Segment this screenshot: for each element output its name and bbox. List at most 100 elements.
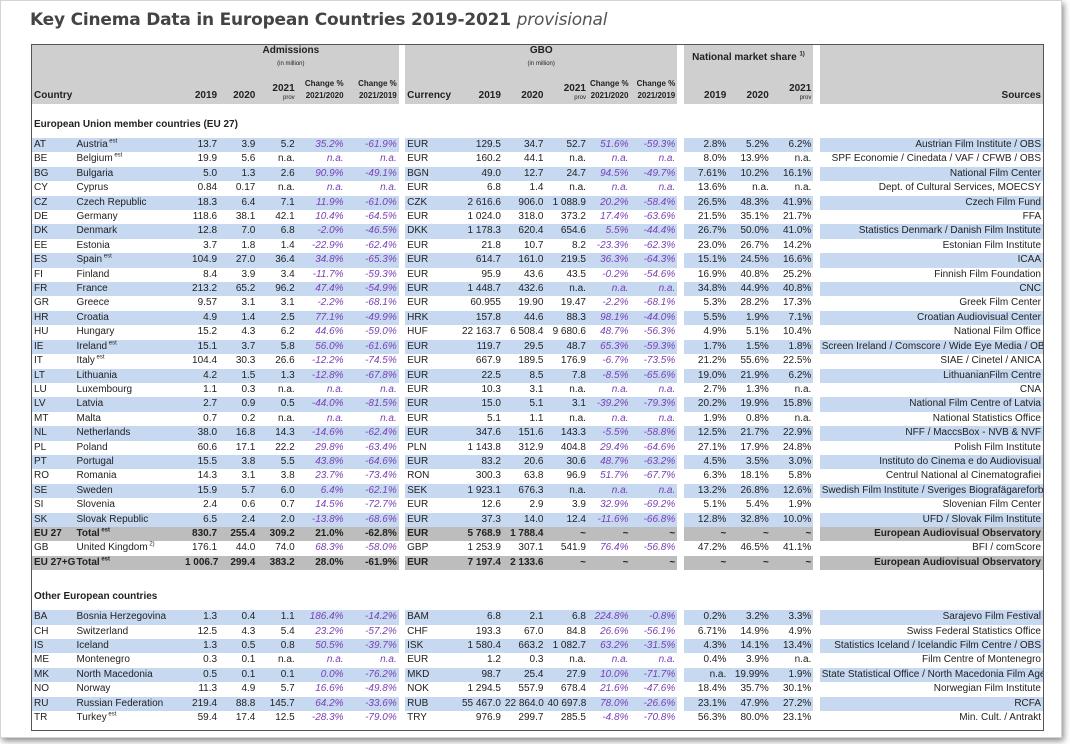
share-2019: 27.1% bbox=[683, 440, 729, 455]
gbo-2019: 6.8 bbox=[451, 181, 503, 196]
gbo-2019: 667.9 bbox=[451, 354, 503, 369]
admissions-change-2021-2020: 34.8% bbox=[296, 253, 346, 268]
source: CNA bbox=[819, 382, 1043, 398]
gbo-2020: 44.6 bbox=[502, 310, 546, 326]
country-note: est bbox=[107, 340, 117, 347]
admissions-2021: 1.3 bbox=[257, 368, 297, 383]
gbo-change-2021-2020: 65.3% bbox=[587, 339, 631, 355]
gbo-2019: 193.3 bbox=[451, 624, 503, 639]
table-row: CY Cyprus 0.84 0.17 n.a. n.a. n.a. EUR 6.8 1.4 n.a… bbox=[32, 181, 1043, 196]
share-2019: 5.1% bbox=[683, 498, 729, 513]
share-2019: 20.2% bbox=[683, 397, 729, 412]
admissions-change-2021-2019: -65.3% bbox=[345, 253, 399, 268]
admissions-change-2021-2020: 23.2% bbox=[296, 624, 346, 639]
admissions-2020: 0.17 bbox=[219, 181, 258, 196]
share-2021: ~ bbox=[770, 555, 814, 571]
admissions-change-2021-2019: -61.9% bbox=[345, 555, 399, 571]
gbo-2021: 3.9 bbox=[545, 498, 588, 513]
table-row: IS Iceland 1.3 0.5 0.8 50.5% -39.7% ISK 1 580.4 6… bbox=[32, 639, 1043, 654]
share-2020: 19.9% bbox=[728, 397, 771, 412]
table-row: GB United Kingdom 2) 176.1 44.0 74.0 68.3% -58… bbox=[32, 541, 1043, 556]
currency: CZK bbox=[405, 195, 452, 211]
gbo-2020: 189.5 bbox=[502, 354, 546, 369]
admissions-2020: 1.5 bbox=[219, 368, 258, 383]
share-2019: 1.7% bbox=[683, 339, 729, 355]
admissions-2019: 1.3 bbox=[182, 639, 220, 654]
admissions-2020: 3.9 bbox=[219, 267, 258, 283]
gbo-2019: 5.1 bbox=[451, 411, 503, 427]
share-2021: 13.4% bbox=[770, 639, 814, 654]
admissions-change-2021-2020: 68.3% bbox=[296, 541, 346, 556]
admissions-2019: 104.9 bbox=[182, 253, 220, 268]
gbo-change-2021-2020: -4.8% bbox=[587, 711, 631, 726]
share-2020: 5.4% bbox=[728, 498, 771, 513]
currency: EUR bbox=[405, 181, 452, 196]
gbo-2021: n.a. bbox=[545, 152, 588, 167]
table-row: ME Montenegro 0.3 0.1 n.a. n.a. n.a. EUR 1.2 0.3 n… bbox=[32, 653, 1043, 668]
share-2019: 5.5% bbox=[683, 310, 729, 326]
share-2020: 47.9% bbox=[728, 696, 771, 712]
admissions-change-2021-2019: -79.0% bbox=[345, 711, 399, 726]
admissions-change-2021-2020: 28.0% bbox=[296, 555, 346, 571]
gbo-2019: 55 467.0 bbox=[451, 696, 503, 712]
admissions-2020: 299.4 bbox=[219, 555, 258, 571]
admissions-2020: 4.9 bbox=[219, 682, 258, 697]
source: Czech Film Fund bbox=[819, 195, 1043, 211]
admissions-change-2021-2020: -28.3% bbox=[296, 711, 346, 726]
admissions-change-2021-2019: -64.5% bbox=[345, 210, 399, 225]
admissions-change-2021-2020: 50.5% bbox=[296, 639, 346, 654]
admissions-2021: 383.2 bbox=[257, 555, 297, 571]
share-2021: 1.9% bbox=[770, 667, 814, 683]
admissions-2021: n.a. bbox=[257, 411, 297, 427]
admissions-2019: 18.3 bbox=[182, 195, 220, 211]
admissions-change-2021-2019: -61.6% bbox=[345, 339, 399, 355]
gbo-2019: 1.2 bbox=[451, 653, 503, 668]
country-name: Poland bbox=[74, 440, 183, 455]
table-row: LV Latvia 2.7 0.9 0.5 -44.0% -81.5% EUR 15.0 5.1 3… bbox=[32, 397, 1043, 412]
source: CNC bbox=[819, 282, 1043, 297]
admissions-change-2021-2020: 10.4% bbox=[296, 210, 346, 225]
gbo-change-2021-2020: n.a. bbox=[587, 653, 631, 668]
table-row: TR Turkey est 59.4 17.4 12.5 -28.3% -79.0% TRY 9… bbox=[32, 711, 1043, 726]
gbo-2019: 1 580.4 bbox=[451, 639, 503, 654]
country-name: Malta bbox=[74, 411, 183, 427]
admissions-2020: 0.4 bbox=[219, 610, 258, 625]
share-2019: n.a. bbox=[683, 667, 729, 683]
table-row: ES Spain est 104.9 27.0 36.4 34.8% -65.3% EUR 61… bbox=[32, 253, 1043, 268]
share-2019: 2.7% bbox=[683, 382, 729, 398]
admissions-2021: 2.6 bbox=[257, 166, 297, 182]
country-code: BA bbox=[32, 610, 75, 625]
currency: EUR bbox=[405, 138, 452, 153]
currency: EUR bbox=[405, 210, 452, 225]
gbo-2021: 96.9 bbox=[545, 469, 588, 484]
gbo-change-2021-2020: -0.2% bbox=[587, 267, 631, 283]
gbo-change-2021-2020: 48.7% bbox=[587, 454, 631, 470]
share-2020: 3.9% bbox=[728, 653, 771, 668]
admissions-2021: 1.1 bbox=[257, 610, 297, 625]
share-2020: 5.1% bbox=[728, 325, 771, 340]
gbo-2021: 541.9 bbox=[545, 541, 588, 556]
gbo-2021: 30.6 bbox=[545, 454, 588, 470]
admissions-change-2021-2020: -11.7% bbox=[296, 267, 346, 283]
share-2019: 18.4% bbox=[683, 682, 729, 697]
country-code: SI bbox=[32, 498, 75, 513]
gbo-2020: 44.1 bbox=[502, 152, 546, 167]
admissions-2021: 5.4 bbox=[257, 624, 297, 639]
gbo-2019: 1 178.3 bbox=[451, 224, 503, 239]
share-2021: 3.3% bbox=[770, 610, 814, 625]
gbo-2021: 373.2 bbox=[545, 210, 588, 225]
table-row: MT Malta 0.7 0.2 n.a. n.a. n.a. EUR 5.1 1.1 n.a. n.… bbox=[32, 411, 1043, 427]
gbo-change-2021-2020: -5.5% bbox=[587, 426, 631, 441]
country-name: Denmark bbox=[74, 224, 183, 239]
admissions-2020: 38.1 bbox=[219, 210, 258, 225]
currency: EUR bbox=[405, 555, 452, 571]
admissions-change-2021-2019: -62.1% bbox=[345, 483, 399, 499]
gbo-2019: 119.7 bbox=[451, 339, 503, 355]
admissions-2019: 213.2 bbox=[182, 282, 220, 297]
share-2021: 3.0% bbox=[770, 454, 814, 470]
share-2021: 25.2% bbox=[770, 267, 814, 283]
share-2019: 6.3% bbox=[683, 469, 729, 484]
country-code: IT bbox=[32, 354, 75, 369]
gbo-2019: 300.3 bbox=[451, 469, 503, 484]
country-note: est bbox=[107, 138, 118, 145]
